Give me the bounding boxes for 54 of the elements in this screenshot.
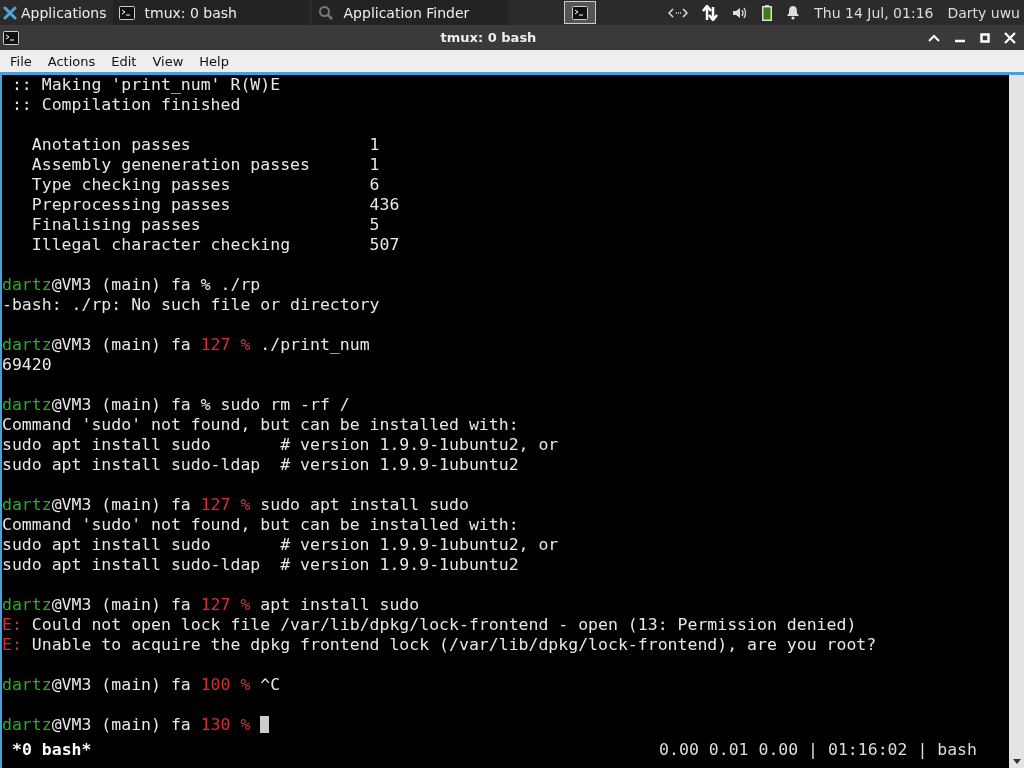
- terminal-line: sudo apt install sudo-ldap # version 1.9.9-1ubuntu2: [2, 555, 520, 575]
- terminal-line: -bash: ./rp: No such file or directory: [2, 295, 381, 315]
- terminal-line: dartz@VM3 (main) fa 127 % apt install sudo: [2, 595, 421, 615]
- tmux-window-name: *0 bash*: [12, 739, 92, 759]
- menu-item[interactable]: Help: [189, 53, 235, 69]
- menu-item[interactable]: File: [0, 53, 38, 69]
- terminal-line: Assembly geneneration passes 1: [30, 155, 381, 175]
- volume-icon[interactable]: [732, 5, 749, 20]
- transfer-arrows-icon[interactable]: [702, 4, 719, 21]
- menu-item[interactable]: Actions: [37, 53, 102, 69]
- terminal-line: dartz@VM3 (main) fa 127 % ./print_num: [2, 335, 371, 355]
- terminal-line: Type checking passes 6: [30, 175, 381, 195]
- terminal-line: Illegal character checking 507: [30, 235, 401, 255]
- terminal-line: Command 'sudo' not found, but can be installed with:: [2, 415, 520, 435]
- bell-icon[interactable]: [786, 5, 801, 20]
- terminal-line: Finalising passes 5: [30, 215, 381, 235]
- maximize-icon[interactable]: [980, 32, 990, 43]
- network-icon[interactable]: [668, 6, 689, 19]
- terminal-line: :: Making 'print_num' R(W)E: [10, 75, 282, 95]
- terminal-line: Preprocessing passes 436: [30, 195, 401, 215]
- terminal-line: 69420: [2, 355, 53, 375]
- workspace-button[interactable]: [564, 1, 596, 24]
- terminal-line: dartz@VM3 (main) fa 127 % sudo apt install sudo: [2, 495, 470, 515]
- clock[interactable]: Thu 14 Jul, 01:16: [814, 4, 934, 21]
- terminal-line: E: Could not open lock file /var/lib/dpkg/lock-frontend - open (13: Permission denied): [2, 615, 858, 635]
- tmux-status-info: 0.00 0.01 0.00 | 01:16:02 | bash: [659, 739, 977, 759]
- menu-item[interactable]: Edit: [101, 53, 143, 69]
- scroll-down-icon[interactable]: [1012, 759, 1021, 764]
- search-icon: [317, 4, 334, 21]
- close-icon[interactable]: [1004, 31, 1016, 44]
- terminal-line: sudo apt install sudo-ldap # version 1.9.9-1ubuntu2: [2, 455, 520, 475]
- terminal-line: E: Unable to acquire the dpkg frontend lock (/var/lib/dpkg/lock-frontend), are you root?: [2, 635, 878, 655]
- terminal-line: sudo apt install sudo # version 1.9.9-1ubuntu2, or: [2, 435, 560, 455]
- terminal-icon: [3, 30, 19, 45]
- terminal-line: Anotation passes 1: [30, 135, 381, 155]
- shade-icon[interactable]: [928, 32, 940, 43]
- terminal-line: :: Compilation finished: [10, 95, 242, 115]
- menu-item[interactable]: View: [142, 53, 190, 69]
- window-title: tmux: 0 bash: [439, 30, 538, 45]
- scrollbar[interactable]: [1009, 75, 1024, 768]
- battery-icon[interactable]: [762, 4, 773, 21]
- terminal-line: dartz@VM3 (main) fa % sudo rm -rf /: [2, 395, 351, 415]
- terminal-line: dartz@VM3 (main) fa 130 %: [2, 715, 1009, 735]
- taskbar-button[interactable]: Application Finder: [311, 0, 508, 25]
- terminal-line: sudo apt install sudo # version 1.9.9-1ubuntu2, or: [2, 535, 560, 555]
- terminal-line: Command 'sudo' not found, but can be installed with:: [2, 515, 520, 535]
- applications-menu-button[interactable]: Applications: [0, 0, 113, 25]
- terminal-icon: [118, 5, 135, 20]
- user-name[interactable]: Darty uwu: [947, 4, 1020, 21]
- terminal-line: dartz@VM3 (main) fa 100 % ^C: [2, 675, 282, 695]
- taskbar-button[interactable]: tmux: 0 bash: [112, 0, 309, 25]
- terminal-line: dartz@VM3 (main) fa % ./rp: [2, 275, 262, 295]
- terminal-icon: [572, 5, 588, 20]
- xfce-logo-icon: [3, 5, 17, 20]
